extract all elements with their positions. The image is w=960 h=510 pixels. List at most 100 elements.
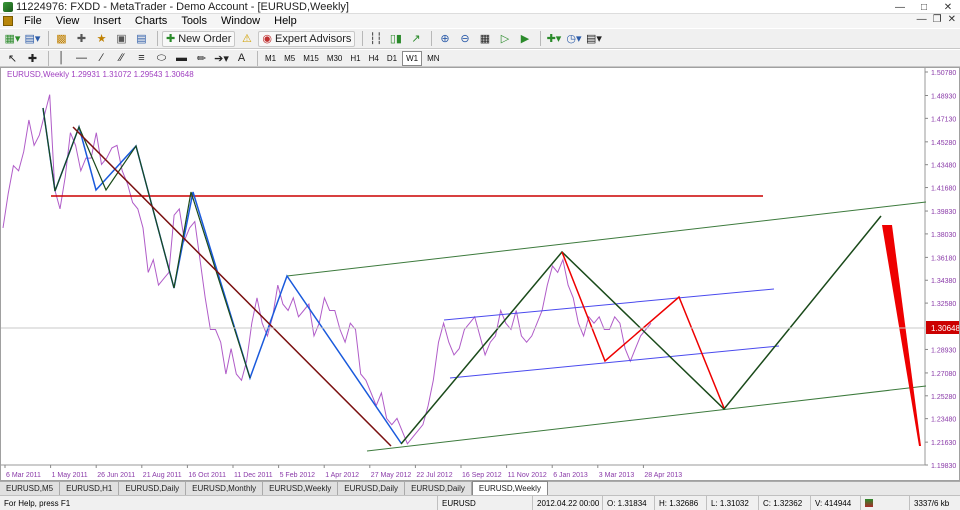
menu-bar: File View Insert Charts Tools Window Hel… <box>0 14 960 28</box>
bar-chart-icon[interactable]: ┆┆ <box>367 31 384 47</box>
status-symbol: EURUSD <box>438 495 533 510</box>
tab-eurusd-monthly[interactable]: EURUSD,Monthly <box>186 482 264 495</box>
zoom-in-icon[interactable]: ⊕ <box>436 31 453 47</box>
profiles-icon[interactable]: ▤▾ <box>24 31 41 47</box>
window-title: 11224976: FXDD - MetaTrader - Demo Accou… <box>16 0 349 13</box>
candlestick-chart-icon[interactable]: ▯▮ <box>387 31 404 47</box>
status-bar: For Help, press F1 EURUSD 2012.04.22 00:… <box>0 495 960 510</box>
mdi-close-icon[interactable]: ✕ <box>948 14 956 25</box>
indicators-icon[interactable]: ✚▾ <box>545 31 562 47</box>
x-tick-label: 16 Sep 2012 <box>462 472 502 479</box>
x-tick-label: 21 Aug 2011 <box>143 472 182 479</box>
arrows-icon[interactable]: ➔▾ <box>213 50 230 66</box>
timeframe-m15[interactable]: M15 <box>300 51 322 66</box>
menu-window[interactable]: Window <box>214 15 267 27</box>
y-tick-label: 1.47130 <box>931 116 956 123</box>
strategy-tester-icon[interactable]: ▤ <box>133 31 150 47</box>
price-line <box>2 94 652 445</box>
pencil-icon[interactable]: ✏ <box>193 50 210 66</box>
line-studies-toolbar: ↖ ✚ │ — ∕ ∕∕ ≡ ⬭ ▬ ✏ ➔▾ A M1 M5 M15 M30 … <box>0 49 960 67</box>
minimize-icon[interactable]: — <box>888 0 912 14</box>
menu-tools[interactable]: Tools <box>174 15 214 27</box>
menu-view[interactable]: View <box>49 15 87 27</box>
tab-eurusd-daily-2[interactable]: EURUSD,Daily <box>338 482 406 495</box>
auto-scroll-icon[interactable]: ▷ <box>496 31 513 47</box>
data-window-icon[interactable]: ✚ <box>73 31 90 47</box>
chart-header: EURUSD,Weekly 1.29931 1.31072 1.29543 1.… <box>7 70 194 79</box>
y-tick-label: 1.43480 <box>931 163 956 170</box>
chart-window[interactable]: 1.50780 1.48930 1.47130 1.45280 1.43480 1.416… <box>0 67 960 481</box>
y-tick-label: 1.27080 <box>931 371 956 378</box>
new-order-icon: ✚ <box>166 33 176 45</box>
expert-advisors-button[interactable]: ◉ Expert Advisors <box>258 30 356 47</box>
menu-charts[interactable]: Charts <box>128 15 174 27</box>
menu-insert[interactable]: Insert <box>86 15 128 27</box>
price-chart[interactable]: 1.50780 1.48930 1.47130 1.45280 1.43480 1.416… <box>1 68 959 480</box>
tab-eurusd-h1[interactable]: EURUSD,H1 <box>60 482 120 495</box>
timeframe-w1[interactable]: W1 <box>402 50 423 66</box>
periods-icon[interactable]: ◷▾ <box>565 31 582 47</box>
connection-status-icon <box>861 495 910 510</box>
line-chart-icon[interactable]: ↗ <box>407 31 424 47</box>
horizontal-line-icon[interactable]: — <box>73 50 90 66</box>
x-tick-label: 11 Dec 2011 <box>234 472 273 479</box>
metatrader-app-icon <box>3 1 13 12</box>
chart-shift-icon[interactable]: ▶ <box>516 31 533 47</box>
tab-eurusd-weekly-active[interactable]: EURUSD,Weekly <box>471 481 548 495</box>
maximize-icon[interactable]: □ <box>912 0 936 14</box>
inner-channel-upper-line[interactable] <box>443 288 775 321</box>
timeframe-h1[interactable]: H1 <box>347 51 363 66</box>
menu-file[interactable]: File <box>17 15 49 27</box>
x-tick-label: 5 Feb 2012 <box>280 472 316 479</box>
tab-eurusd-m5[interactable]: EURUSD,M5 <box>0 482 61 495</box>
tab-eurusd-weekly[interactable]: EURUSD,Weekly <box>263 482 339 495</box>
channel-lower-trendline[interactable] <box>366 385 927 452</box>
timeframe-m30[interactable]: M30 <box>324 51 346 66</box>
close-icon[interactable]: ✕ <box>936 0 960 14</box>
rectangle-icon[interactable]: ▬ <box>173 50 190 66</box>
menu-help[interactable]: Help <box>267 15 304 27</box>
equidistant-channel-icon[interactable]: ∕∕ <box>113 50 130 66</box>
y-tick-label: 1.21630 <box>931 440 956 447</box>
x-tick-label: 1 May 2011 <box>52 472 88 479</box>
text-tool-icon[interactable]: A <box>233 50 250 66</box>
status-open: O: 1.31834 <box>603 495 655 510</box>
crosshair-icon[interactable]: ✚ <box>24 50 41 66</box>
status-low: L: 1.31032 <box>707 495 759 510</box>
cursor-icon[interactable]: ↖ <box>4 50 21 66</box>
tile-windows-icon[interactable]: ▦ <box>476 31 493 47</box>
timeframe-h4[interactable]: H4 <box>366 51 382 66</box>
x-tick-label: 6 Mar 2011 <box>6 472 41 479</box>
red-projection-wedge <box>882 225 921 446</box>
maroon-downtrend-line[interactable] <box>72 126 392 447</box>
navigator-icon[interactable]: ★ <box>93 31 110 47</box>
vertical-line-icon[interactable]: │ <box>53 50 70 66</box>
timeframe-mn[interactable]: MN <box>424 51 442 66</box>
timeframe-m1[interactable]: M1 <box>262 51 279 66</box>
y-tick-label: 1.41680 <box>931 186 956 193</box>
channel-upper-trendline[interactable] <box>286 201 927 277</box>
trendline-icon[interactable]: ∕ <box>93 50 110 66</box>
templates-icon[interactable]: ▤▾ <box>585 31 602 47</box>
tab-eurusd-daily[interactable]: EURUSD,Daily <box>119 482 187 495</box>
y-tick-label: 1.38030 <box>931 232 956 239</box>
market-watch-icon[interactable]: ▩ <box>53 31 70 47</box>
ellipse-icon[interactable]: ⬭ <box>153 50 170 66</box>
fibonacci-icon[interactable]: ≡ <box>133 50 150 66</box>
inner-channel-lower-line[interactable] <box>449 345 780 379</box>
metaeditor-icon[interactable]: ⚠ <box>238 31 255 47</box>
mdi-minimize-icon[interactable]: — <box>917 14 927 25</box>
new-order-button[interactable]: ✚ New Order <box>162 30 236 47</box>
title-bar: 11224976: FXDD - MetaTrader - Demo Accou… <box>0 0 960 14</box>
chart-tabs: EURUSD,M5 EURUSD,H1 EURUSD,Daily EURUSD,… <box>0 481 960 495</box>
terminal-icon[interactable]: ▣ <box>113 31 130 47</box>
new-chart-icon[interactable]: ▦▾ <box>4 31 21 47</box>
tab-eurusd-daily-3[interactable]: EURUSD,Daily <box>405 482 472 495</box>
mdi-restore-icon[interactable]: ❐ <box>933 14 942 25</box>
x-tick-label: 28 Apr 2013 <box>644 472 682 479</box>
timeframe-d1[interactable]: D1 <box>384 51 400 66</box>
timeframe-m5[interactable]: M5 <box>281 51 298 66</box>
zoom-out-icon[interactable]: ⊖ <box>456 31 473 47</box>
y-tick-label: 1.50780 <box>931 70 956 77</box>
mdi-controls: — ❐ ✕ <box>917 14 956 25</box>
